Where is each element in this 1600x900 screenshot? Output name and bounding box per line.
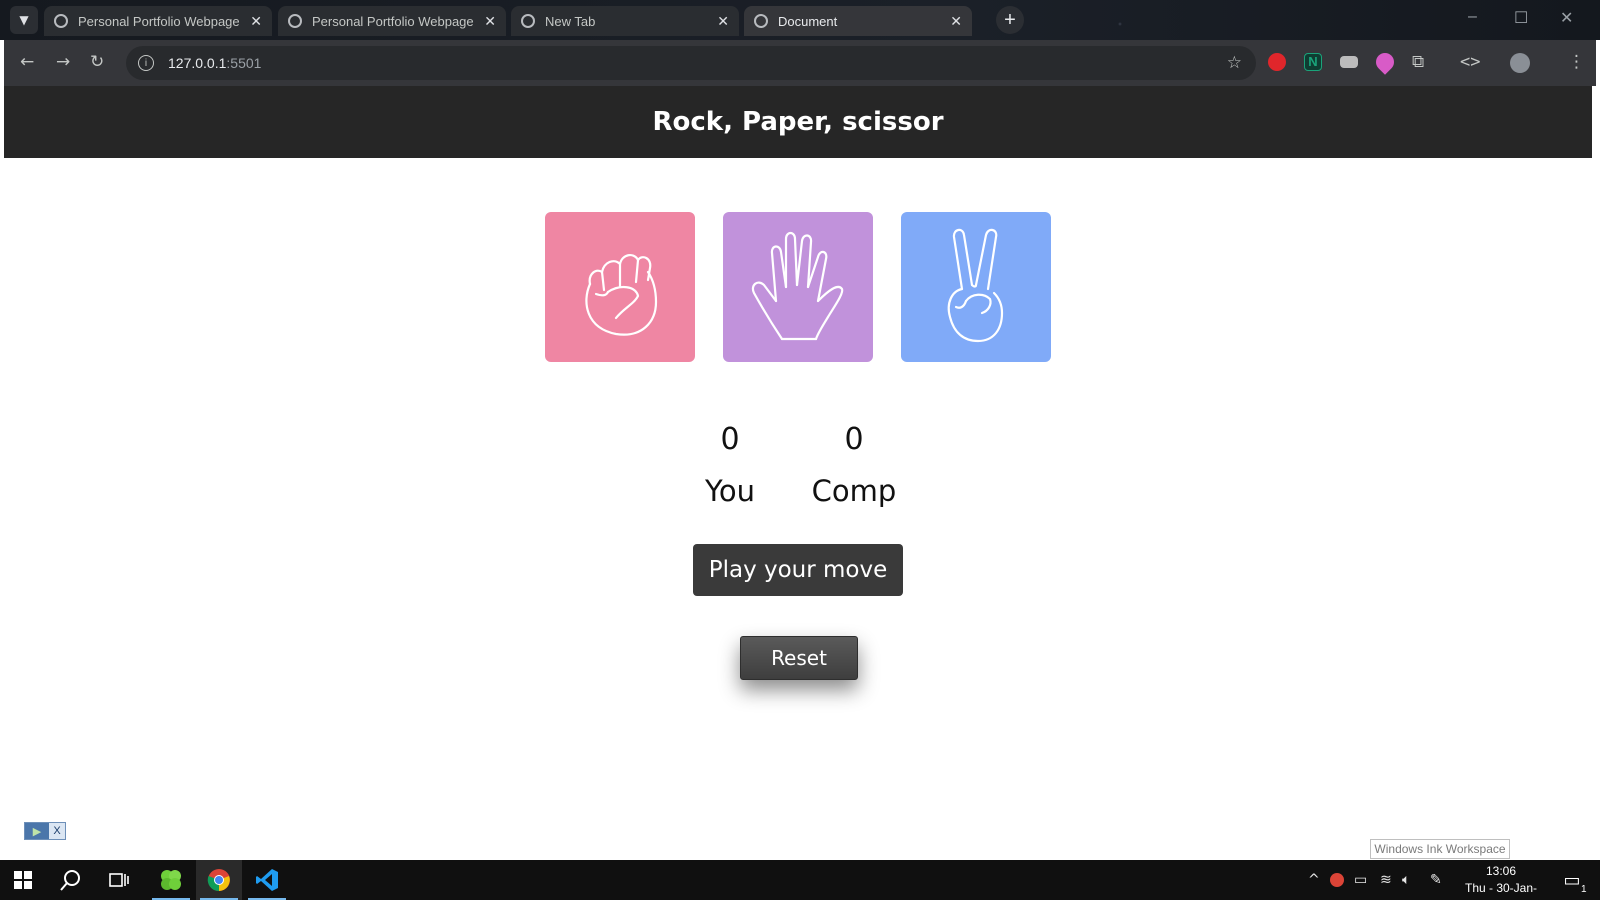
plus-icon: +: [1004, 8, 1016, 31]
paper-choice-button[interactable]: [723, 212, 873, 362]
bookmark-star-icon[interactable]: ☆: [1227, 53, 1242, 73]
chrome-icon: [521, 14, 535, 28]
chevron-up-icon[interactable]: ^: [1308, 872, 1320, 888]
new-tab-button[interactable]: +: [996, 6, 1024, 34]
game-message: Play your move: [693, 544, 903, 596]
fist-icon: [585, 254, 658, 336]
user-score-label: You: [705, 474, 755, 508]
globe-icon: [288, 14, 302, 28]
volume-icon[interactable]: 🔈︎: [1402, 872, 1410, 888]
shield-extension-icon[interactable]: [1268, 53, 1286, 71]
n-extension-icon[interactable]: N: [1304, 53, 1322, 71]
clock-time: 13:06: [1485, 864, 1517, 878]
close-icon[interactable]: ✕: [484, 13, 496, 30]
task-view-button[interactable]: [96, 860, 142, 900]
reset-button[interactable]: Reset: [740, 636, 858, 680]
chevron-down-icon: ▼: [19, 13, 29, 27]
browser-toolbar: ← → ↻ i 127.0.0.1 :5501 ☆ N ⧉ <> ⋮: [4, 40, 1596, 86]
tab-search-button[interactable]: ▼: [10, 6, 38, 34]
maximize-icon[interactable]: ☐: [1514, 8, 1528, 28]
tab-label: Personal Portfolio Webpage: [312, 13, 474, 29]
user-score: 0: [720, 422, 740, 457]
url-host: 127.0.0.1: [168, 55, 227, 71]
start-button[interactable]: [0, 860, 46, 900]
extensions-puzzle-icon[interactable]: ⧉: [1412, 52, 1424, 72]
close-icon[interactable]: X: [49, 823, 65, 839]
chrome-tray-icon[interactable]: [1330, 873, 1344, 887]
taskbar-app-chrome[interactable]: [196, 860, 242, 900]
scissor-choice-button[interactable]: [901, 212, 1051, 362]
browser-tab-strip: ▼ Personal Portfolio Webpage ✕ Personal …: [0, 0, 1600, 40]
windows-taskbar: ^ ▭ ≋ 🔈︎ ✎ 13:06 Thu - 30-Jan-25 ▭1: [0, 860, 1600, 900]
taskbar-app-clover[interactable]: [148, 860, 194, 900]
more-menu-icon[interactable]: ⋮: [1568, 52, 1585, 72]
pen-workspace-icon[interactable]: ✎: [1430, 872, 1442, 888]
rock-choice-button[interactable]: [545, 212, 695, 362]
devtools-code-icon[interactable]: <>: [1460, 52, 1480, 72]
chrome-icon: [207, 869, 230, 892]
clover-icon: [161, 870, 181, 890]
windows-logo-icon: [14, 871, 32, 889]
tab-label: New Tab: [545, 13, 596, 29]
close-icon[interactable]: ✕: [717, 13, 729, 30]
notification-icon: ▭ 1: [1563, 869, 1587, 895]
task-view-icon: [109, 873, 129, 887]
back-arrow-icon[interactable]: ←: [20, 52, 34, 72]
minimize-icon[interactable]: –: [1468, 8, 1477, 26]
forward-arrow-icon[interactable]: →: [56, 52, 70, 72]
taskbar-clock[interactable]: 13:06 Thu - 30-Jan-25: [1460, 863, 1542, 900]
search-icon: [60, 870, 80, 891]
search-button[interactable]: [48, 860, 94, 900]
tab-label: Personal Portfolio Webpage: [78, 13, 240, 29]
address-bar[interactable]: i 127.0.0.1 :5501 ☆: [126, 46, 1256, 80]
page-viewport: Rock, Paper, scissor 0 0 You Comp Play y…: [4, 86, 1592, 860]
tab-personal-portfolio-1[interactable]: Personal Portfolio Webpage ✕: [44, 6, 272, 36]
globe-icon: [54, 14, 68, 28]
site-info-icon[interactable]: i: [138, 55, 154, 71]
profile-avatar[interactable]: [1510, 53, 1530, 73]
globe-icon: [754, 14, 768, 28]
floating-media-widget[interactable]: ▶ X: [24, 822, 66, 840]
play-icon[interactable]: ▶: [25, 823, 49, 839]
page-title: Rock, Paper, scissor: [652, 107, 944, 137]
peace-hand-icon: [947, 228, 1004, 343]
url-port: :5501: [226, 55, 262, 71]
tab-document[interactable]: Document ✕: [744, 6, 972, 36]
tab-personal-portfolio-2[interactable]: Personal Portfolio Webpage ✕: [278, 6, 506, 36]
tooltip: Windows Ink Workspace: [1370, 839, 1510, 859]
wifi-icon[interactable]: ≋: [1380, 872, 1392, 888]
battery-icon[interactable]: ▭: [1354, 872, 1367, 888]
open-hand-icon: [751, 231, 844, 341]
close-window-icon[interactable]: ✕: [1560, 8, 1573, 28]
page-header: Rock, Paper, scissor: [4, 86, 1592, 158]
reload-icon[interactable]: ↻: [90, 52, 104, 72]
brush-extension-icon[interactable]: [1372, 49, 1398, 75]
tab-new-tab[interactable]: New Tab ✕: [511, 6, 739, 36]
vscode-icon: [256, 869, 278, 891]
close-icon[interactable]: ✕: [950, 13, 962, 30]
clock-date: Thu - 30-Jan-25: [1464, 881, 1538, 900]
notification-center-button[interactable]: ▭ 1: [1550, 860, 1594, 900]
taskbar-app-vscode[interactable]: [244, 860, 290, 900]
card-extension-icon[interactable]: [1340, 56, 1358, 68]
comp-score-label: Comp: [811, 474, 897, 508]
comp-score: 0: [844, 422, 864, 457]
tab-label: Document: [778, 13, 838, 29]
close-icon[interactable]: ✕: [250, 13, 262, 30]
notification-count: 1: [1580, 883, 1587, 895]
